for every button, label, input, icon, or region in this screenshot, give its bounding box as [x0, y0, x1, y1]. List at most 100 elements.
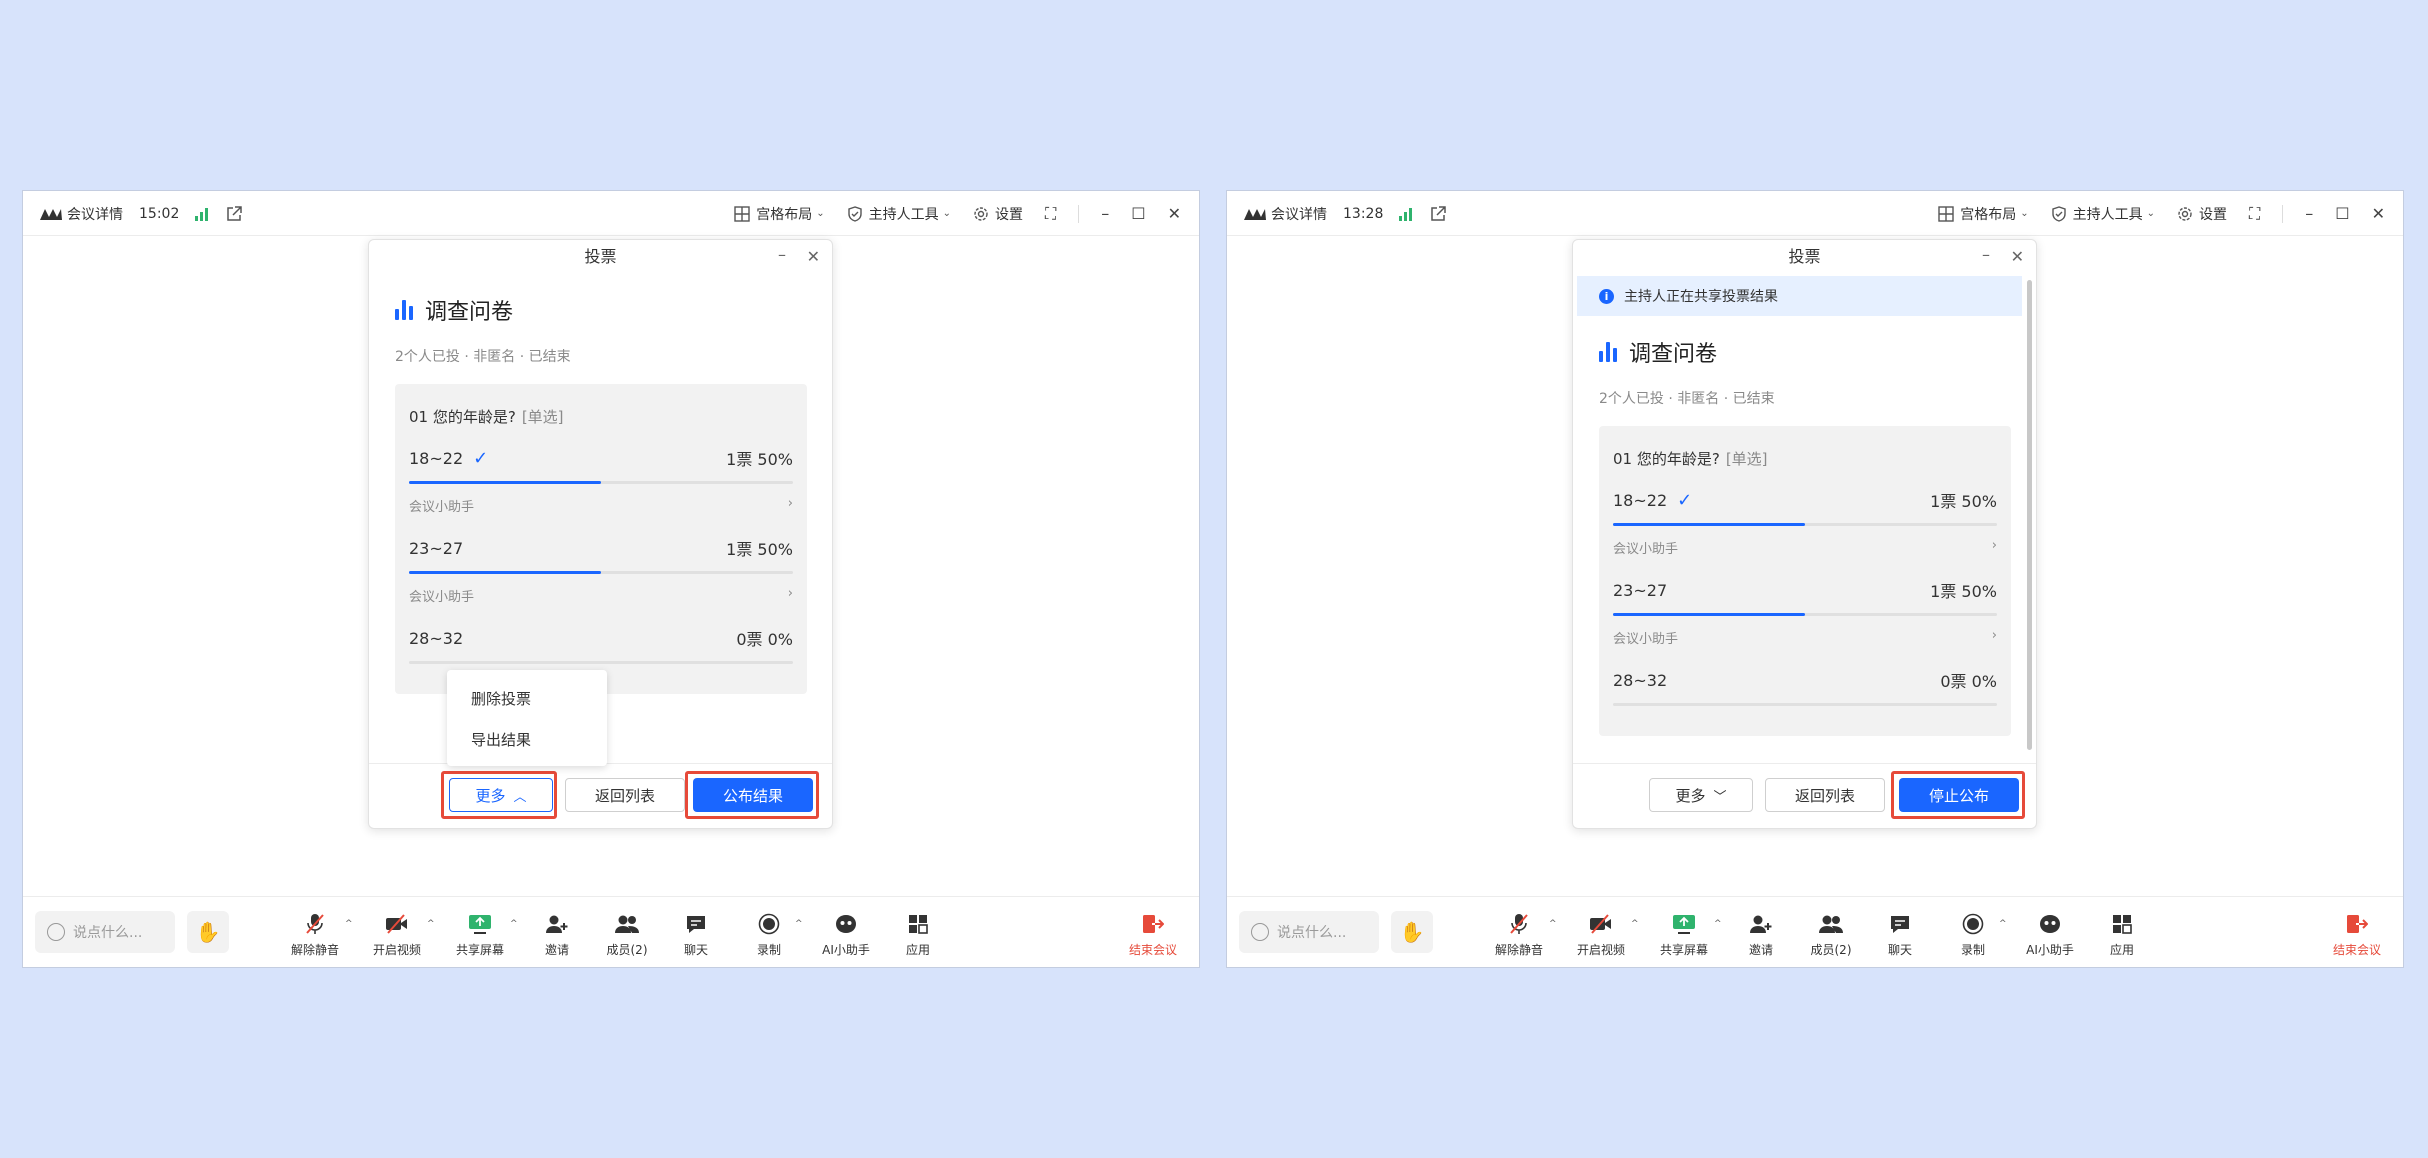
- fullscreen-icon[interactable]: ⛶: [2249, 204, 2260, 224]
- option-row: 23~27 1票 50%: [409, 537, 793, 574]
- record-button[interactable]: 录制: [1938, 913, 2008, 958]
- settings-button[interactable]: 设置: [973, 204, 1023, 224]
- settings-button[interactable]: 设置: [2177, 204, 2227, 224]
- members-label: 成员(2): [1810, 943, 1852, 957]
- share-screen-button[interactable]: 共享屏幕: [1649, 913, 1719, 958]
- meeting-details-button[interactable]: 会议详情: [67, 204, 123, 224]
- host-tools-label: 主持人工具: [868, 206, 939, 223]
- unmute-button[interactable]: 解除静音: [280, 913, 350, 958]
- close-icon[interactable]: ✕: [807, 240, 820, 274]
- host-tools-menu[interactable]: 主持人工具 ⌄: [847, 204, 951, 224]
- menu-item-export-results[interactable]: 导出结果: [471, 729, 531, 750]
- meeting-toolbar: 说点什么... ✋ 解除静音 ^ 开启视频 ^ 共享屏幕 ^ 邀请 成员(2) …: [23, 896, 1199, 967]
- meeting-toolbar: 说点什么... ✋ 解除静音 ^ 开启视频 ^ 共享屏幕 ^ 邀请 成员(2) …: [1227, 896, 2403, 967]
- mic-off-icon: [1510, 914, 1528, 934]
- voter-row[interactable]: 会议小助手 ›: [409, 496, 793, 515]
- add-user-icon: [546, 915, 568, 933]
- shield-icon: [2051, 205, 2066, 222]
- option-row: 18~22 ✓ 1票 50%: [409, 447, 793, 484]
- minimize-icon[interactable]: –: [1101, 204, 1109, 223]
- host-tools-label: 主持人工具: [2072, 206, 2143, 223]
- ai-assistant-button[interactable]: AI小助手: [811, 913, 881, 958]
- record-button[interactable]: 录制: [734, 913, 804, 958]
- invite-button[interactable]: 邀请: [1726, 913, 1796, 958]
- close-icon[interactable]: ✕: [1168, 204, 1181, 223]
- chevron-up-icon[interactable]: ^: [1631, 919, 1639, 929]
- chat-button[interactable]: 聊天: [661, 913, 731, 958]
- chevron-up-icon[interactable]: ^: [345, 919, 353, 929]
- external-link-icon[interactable]: [226, 205, 243, 222]
- option-label: 18~22: [1613, 490, 1668, 510]
- maximize-icon[interactable]: ☐: [1131, 204, 1145, 223]
- start-video-button[interactable]: 开启视频: [1566, 913, 1636, 958]
- grid-layout-menu[interactable]: 宫格布局 ⌄: [734, 204, 825, 224]
- raise-hand-button[interactable]: ✋: [1391, 911, 1433, 953]
- chevron-up-icon[interactable]: ^: [1549, 919, 1557, 929]
- record-icon: [1962, 913, 1984, 935]
- question-type-tag: [单选]: [1725, 450, 1768, 468]
- voter-row[interactable]: 会议小助手 ›: [1613, 538, 1997, 557]
- option-label: 28~32: [1613, 670, 1668, 690]
- say-something-input[interactable]: 说点什么...: [1239, 911, 1379, 953]
- end-meeting-button[interactable]: 结束会议: [1118, 913, 1188, 958]
- close-icon[interactable]: ✕: [2372, 204, 2385, 223]
- chevron-up-icon[interactable]: ^: [510, 919, 518, 929]
- grid-layout-menu[interactable]: 宫格布局 ⌄: [1938, 204, 2029, 224]
- poll-dialog: 投票 – ✕ i 主持人正在共享投票结果 调查问卷 2个人已投 · 非匿名 · 已…: [1572, 239, 2037, 829]
- chevron-down-icon: ⌄: [816, 208, 825, 219]
- chevron-down-icon: ⌄: [2020, 208, 2029, 219]
- meeting-time: 15:02: [139, 205, 180, 222]
- progress-fill: [409, 571, 601, 574]
- minimize-icon[interactable]: –: [1982, 240, 1990, 270]
- raise-hand-button[interactable]: ✋: [187, 911, 229, 953]
- members-label: 成员(2): [606, 943, 648, 957]
- unmute-label: 解除静音: [290, 943, 339, 957]
- option-label: 23~27: [1613, 580, 1668, 600]
- chat-label: 聊天: [1887, 943, 1912, 957]
- emoji-icon: [47, 923, 65, 941]
- poll-dialog-title: 投票: [1788, 247, 1821, 266]
- chevron-up-icon[interactable]: ^: [427, 919, 435, 929]
- chevron-right-icon: ›: [787, 496, 793, 511]
- external-link-icon[interactable]: [1430, 205, 1447, 222]
- minimize-icon[interactable]: –: [2305, 204, 2313, 223]
- scrollbar[interactable]: [2027, 280, 2032, 750]
- chat-button[interactable]: 聊天: [1865, 913, 1935, 958]
- unmute-button[interactable]: 解除静音: [1484, 913, 1554, 958]
- fullscreen-icon[interactable]: ⛶: [1045, 204, 1056, 224]
- host-tools-menu[interactable]: 主持人工具 ⌄: [2051, 204, 2155, 224]
- ai-assistant-button[interactable]: AI小助手: [2015, 913, 2085, 958]
- back-to-list-button[interactable]: 返回列表: [1765, 778, 1885, 812]
- sharing-notice: i 主持人正在共享投票结果: [1577, 276, 2022, 316]
- app-logo-icon: [1244, 208, 1266, 220]
- minimize-icon[interactable]: –: [778, 240, 786, 270]
- progress-bar: [1613, 613, 1997, 616]
- highlight-box: [685, 771, 819, 819]
- apps-button[interactable]: 应用: [2087, 913, 2157, 958]
- members-button[interactable]: 成员(2): [592, 913, 662, 958]
- share-screen-button[interactable]: 共享屏幕: [445, 913, 515, 958]
- more-button[interactable]: 更多 ﹀: [1649, 778, 1753, 812]
- menu-item-delete-poll[interactable]: 删除投票: [471, 688, 531, 709]
- chevron-up-icon[interactable]: ^: [1714, 919, 1722, 929]
- maximize-icon[interactable]: ☐: [2335, 204, 2349, 223]
- apps-button[interactable]: 应用: [883, 913, 953, 958]
- chevron-up-icon[interactable]: ^: [795, 919, 803, 929]
- voter-row[interactable]: 会议小助手 ›: [409, 586, 793, 605]
- voter-name: 会议小助手: [409, 590, 475, 605]
- voter-row[interactable]: 会议小助手 ›: [1613, 628, 1997, 647]
- question-title: 01 您的年龄是? [单选]: [1613, 448, 1768, 469]
- meeting-details-button[interactable]: 会议详情: [1271, 204, 1327, 224]
- back-to-list-button[interactable]: 返回列表: [565, 778, 685, 812]
- invite-button[interactable]: 邀请: [522, 913, 592, 958]
- invite-label: 邀请: [544, 943, 569, 957]
- end-meeting-button[interactable]: 结束会议: [2322, 913, 2392, 958]
- survey-title: 调查问卷: [395, 294, 513, 326]
- start-video-button[interactable]: 开启视频: [362, 913, 432, 958]
- chevron-up-icon[interactable]: ^: [1999, 919, 2007, 929]
- members-button[interactable]: 成员(2): [1796, 913, 1866, 958]
- say-something-input[interactable]: 说点什么...: [35, 911, 175, 953]
- say-placeholder: 说点什么...: [1277, 925, 1347, 941]
- option-label: 18~22: [409, 448, 464, 468]
- close-icon[interactable]: ✕: [2011, 240, 2024, 274]
